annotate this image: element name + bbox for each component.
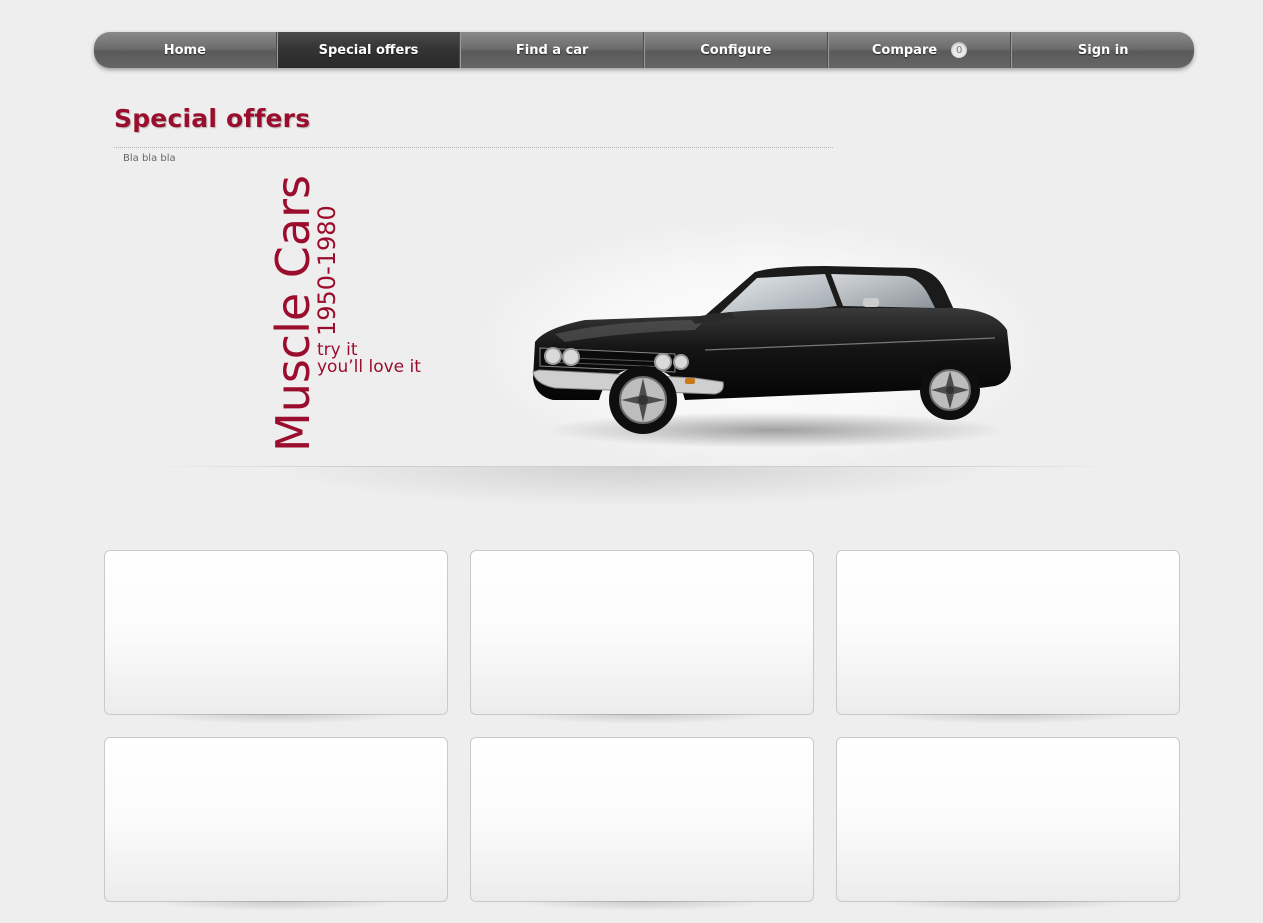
nav-item-label: Find a car — [515, 42, 589, 58]
nav-item-sign-in[interactable]: Sign in — [1011, 32, 1194, 68]
front-wheel — [609, 366, 677, 434]
nav-item-label: Compare — [871, 42, 938, 58]
banner-title: Muscle Cars — [266, 175, 320, 452]
promo-banner[interactable]: Muscle Cars 1950-1980 try it you’ll love… — [150, 175, 1120, 507]
offer-card[interactable] — [470, 550, 814, 724]
page-title: Special offers — [114, 104, 311, 133]
offer-card[interactable] — [836, 737, 1180, 911]
tagline-line-2: you’ll love it — [317, 357, 421, 377]
offer-card[interactable] — [104, 737, 448, 911]
compare-count-badge: 0 — [951, 42, 968, 58]
nav-item-label: Special offers — [318, 42, 419, 58]
nav-item-label: Home — [163, 42, 206, 58]
title-divider — [114, 147, 833, 148]
muscle-car-image — [532, 266, 1011, 448]
offer-card[interactable] — [470, 737, 814, 911]
nav-item-find-a-car[interactable]: Find a car — [460, 32, 645, 68]
banner-shadow — [270, 467, 1000, 507]
rear-wheel — [920, 360, 980, 420]
nav-item-compare[interactable]: Compare 0 — [827, 32, 1012, 68]
nav-item-home[interactable]: Home — [94, 32, 277, 68]
nav-item-configure[interactable]: Configure — [644, 32, 828, 68]
offer-card[interactable] — [836, 550, 1180, 724]
offer-card[interactable] — [104, 550, 448, 724]
main-nav: Home Special offers Find a car Configure… — [94, 32, 1194, 68]
nav-item-label: Sign in — [1077, 42, 1129, 58]
nav-item-label: Configure — [700, 42, 772, 58]
nav-item-special-offers[interactable]: Special offers — [276, 32, 461, 68]
page-subtitle: Bla bla bla — [123, 153, 176, 164]
banner-tagline: try it you’ll love it — [317, 342, 421, 376]
banner-years: 1950-1980 — [313, 205, 341, 336]
